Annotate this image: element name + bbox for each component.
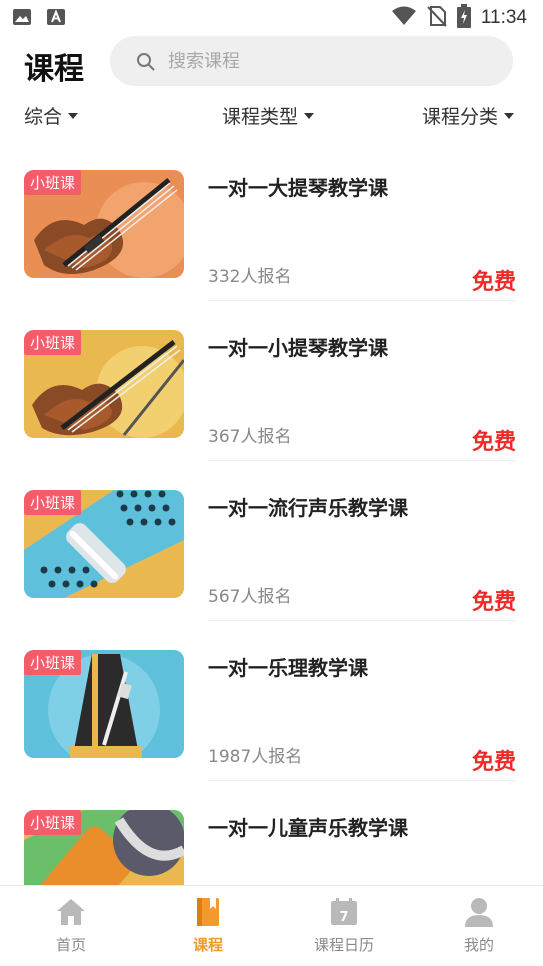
no-sim-icon [427, 5, 447, 31]
nav-label: 课程 [192, 936, 223, 954]
course-thumbnail: 小班课 [24, 810, 184, 885]
divider [208, 620, 516, 621]
search-bar[interactable] [110, 36, 513, 86]
filter-course-category[interactable]: 课程分类 [422, 102, 515, 129]
course-item[interactable]: 小班课 一对一流行声乐教学课 567人报名 免费 [0, 470, 543, 630]
nav-label: 课程日历 [313, 936, 374, 954]
image-icon [12, 8, 32, 26]
course-title: 一对一小提琴教学课 [208, 336, 388, 360]
nav-courses[interactable]: 课程 [158, 896, 258, 964]
course-tag: 小班课 [24, 330, 82, 355]
course-tag: 小班课 [24, 490, 82, 515]
enrollment-count: 332人报名 [208, 267, 292, 287]
filter-comprehensive[interactable]: 综合 [24, 102, 79, 129]
course-title: 一对一流行声乐教学课 [208, 496, 408, 520]
course-thumbnail: 小班课 [24, 170, 184, 278]
course-item[interactable]: 小班课 一对一大提琴教学课 332人报名 免费 [0, 150, 543, 310]
course-price: 免费 [471, 270, 516, 295]
search-icon [136, 52, 156, 72]
calendar-badge: 7 [339, 910, 348, 925]
course-thumbnail: 小班课 [24, 490, 184, 598]
caret-down-icon [304, 112, 315, 119]
enrollment-count: 367人报名 [208, 427, 292, 447]
filter-label: 课程类型 [222, 106, 299, 128]
course-tag: 小班课 [24, 170, 82, 195]
nav-profile[interactable]: 我的 [429, 896, 529, 964]
caret-down-icon [68, 112, 79, 119]
divider [208, 460, 516, 461]
course-title: 一对一乐理教学课 [208, 656, 368, 680]
nav-home[interactable]: 首页 [21, 896, 121, 964]
user-icon [465, 898, 493, 927]
course-thumbnail: 小班课 [24, 330, 184, 438]
caret-down-icon [504, 112, 515, 119]
course-title: 一对一儿童声乐教学课 [208, 816, 408, 840]
battery-charging-icon [456, 4, 471, 32]
search-input[interactable] [168, 36, 488, 86]
nav-label: 我的 [463, 936, 494, 954]
divider [208, 300, 516, 301]
status-time: 11:34 [480, 7, 527, 28]
calendar-icon: 7 [331, 898, 357, 925]
enrollment-count: 567人报名 [208, 587, 292, 607]
course-item[interactable]: 小班课 一对一小提琴教学课 367人报名 免费 [0, 310, 543, 470]
home-icon [57, 899, 85, 925]
course-list: 小班课 一对一大提琴教学课 332人报名 免费 小班课 一对一小提琴教学课 36… [0, 150, 543, 885]
a-notification-icon [46, 8, 66, 26]
header: 课程 [0, 34, 543, 88]
course-item[interactable]: 小班课 一对一儿童声乐教学课 [0, 790, 543, 885]
status-bar: 11:34 [0, 0, 543, 32]
course-item[interactable]: 小班课 一对一乐理教学课 1987人报名 免费 [0, 630, 543, 790]
filter-label: 综合 [24, 106, 63, 128]
course-title: 一对一大提琴教学课 [208, 176, 388, 200]
course-thumbnail: 小班课 [24, 650, 184, 758]
nav-calendar[interactable]: 7 课程日历 [294, 896, 394, 964]
wifi-icon [391, 5, 417, 31]
course-price: 免费 [471, 590, 516, 615]
filter-label: 课程分类 [422, 106, 499, 128]
enrollment-count: 1987人报名 [208, 747, 303, 767]
filter-bar: 综合 课程类型 课程分类 [0, 98, 543, 134]
nav-label: 首页 [55, 936, 86, 954]
book-icon [197, 898, 219, 926]
course-tag: 小班课 [24, 650, 82, 675]
course-price: 免费 [471, 750, 516, 775]
divider [208, 780, 516, 781]
course-tag: 小班课 [24, 810, 82, 835]
course-price: 免费 [471, 430, 516, 455]
filter-course-type[interactable]: 课程类型 [222, 102, 315, 129]
page-title: 课程 [24, 52, 84, 87]
bottom-navigation: 首页 课程 7 课程日历 我的 [0, 885, 543, 966]
